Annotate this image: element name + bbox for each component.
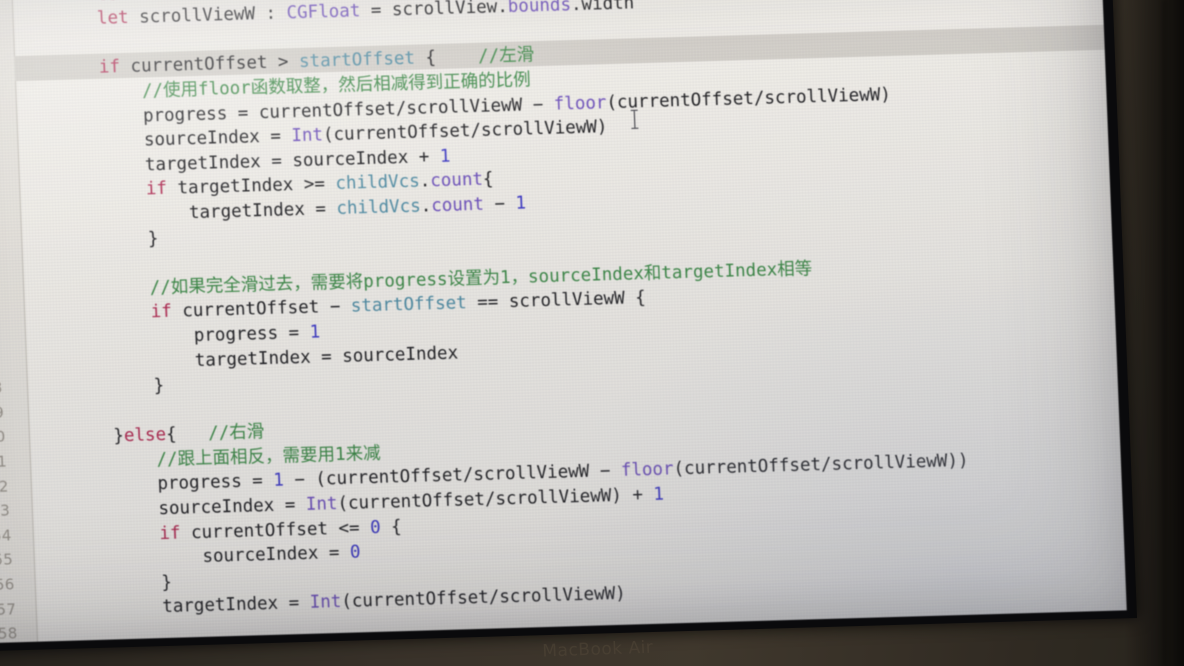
code-token: else bbox=[123, 425, 167, 447]
code-token: 1 bbox=[309, 322, 321, 343]
code-token: currentOffset > bbox=[119, 52, 300, 78]
code-token: floor bbox=[620, 459, 674, 482]
line-number: 152 bbox=[0, 477, 9, 496]
code-token: 1 bbox=[653, 484, 665, 505]
code-token: Int bbox=[309, 592, 342, 614]
line-number: 147 bbox=[0, 354, 1, 373]
code-token: 1 bbox=[272, 471, 285, 492]
code-token: .width bbox=[570, 0, 635, 16]
laptop-device: 1311321331341351361371381391401411421431… bbox=[0, 0, 1138, 662]
code-view[interactable]: //这个地方是在滑过去是否滑 let currentOffset :CGFloa… bbox=[10, 0, 1127, 642]
code-token: { bbox=[165, 424, 209, 446]
code-token: targetIndex = bbox=[35, 593, 311, 622]
code-token: count bbox=[430, 194, 485, 217]
code-token: childVcs bbox=[335, 171, 421, 195]
code-token: − bbox=[483, 193, 516, 215]
code-token: 1 bbox=[439, 146, 451, 167]
code-token: let bbox=[96, 0, 128, 4]
line-number: 148 bbox=[0, 378, 3, 398]
code-token: . bbox=[419, 171, 431, 192]
code-token: //跟上面相反，需要用1来减 bbox=[156, 443, 381, 471]
code-token: 0 bbox=[369, 517, 382, 538]
xcode-editor[interactable]: 1311321331341351361371381391401411421431… bbox=[0, 0, 1127, 646]
line-number: 155 bbox=[0, 550, 14, 570]
code-token: count bbox=[429, 170, 484, 192]
code-token: . bbox=[420, 196, 432, 217]
code-token: if bbox=[159, 523, 181, 544]
code-token: scrollViewW : bbox=[128, 3, 287, 29]
room-shadow bbox=[1124, 0, 1184, 666]
code-token: = scrollView. bbox=[359, 0, 509, 22]
code-token: //左滑 bbox=[477, 45, 535, 68]
code-token: startOffset bbox=[350, 293, 468, 317]
code-token: CGFloat bbox=[286, 1, 361, 24]
mouse-ibeam-cursor bbox=[629, 108, 641, 130]
code-token: let bbox=[96, 8, 130, 29]
code-token: if bbox=[145, 179, 168, 200]
source-code[interactable]: //这个地方是在滑过去是否滑 let currentOffset :CGFloa… bbox=[10, 0, 1126, 642]
line-number: 149 bbox=[0, 403, 5, 423]
code-token: { bbox=[414, 47, 479, 70]
code-token: startOffset bbox=[298, 49, 416, 73]
code-token: } bbox=[26, 376, 165, 401]
code-token: //右滑 bbox=[207, 422, 265, 444]
code-token: { bbox=[482, 169, 494, 191]
code-token: if bbox=[98, 57, 121, 79]
code-token: if bbox=[150, 302, 173, 323]
laptop-screen: 1311321331341351361371381391401411421431… bbox=[0, 0, 1127, 646]
code-token: targetIndex >= bbox=[166, 174, 336, 200]
screenshot-root: 1311321331341351361371381391401411421431… bbox=[0, 0, 1184, 666]
code-token: } bbox=[34, 572, 173, 597]
line-number: 150 bbox=[0, 427, 6, 447]
line-number: 154 bbox=[0, 526, 12, 546]
code-token: } bbox=[28, 426, 125, 450]
code-token: == scrollViewW { bbox=[466, 288, 647, 314]
line-number: 157 bbox=[0, 599, 17, 619]
code-token: floor bbox=[553, 92, 607, 115]
line-number: 158 bbox=[0, 624, 18, 644]
line-number: 151 bbox=[0, 452, 8, 472]
code-token: Int bbox=[291, 125, 324, 147]
line-number: 156 bbox=[0, 575, 15, 595]
wall-edge bbox=[1163, 0, 1166, 666]
code-token: childVcs bbox=[336, 196, 422, 219]
code-token: currentOffset <= bbox=[180, 517, 371, 544]
line-number: 153 bbox=[0, 501, 11, 521]
code-token: 0 bbox=[349, 542, 361, 563]
code-token: bounds bbox=[507, 0, 572, 18]
code-token: 1 bbox=[515, 193, 527, 214]
code-token: } bbox=[21, 228, 159, 253]
code-token: { bbox=[380, 516, 403, 538]
code-token: currentOffset − bbox=[171, 296, 352, 323]
code-token: Int bbox=[305, 494, 338, 515]
